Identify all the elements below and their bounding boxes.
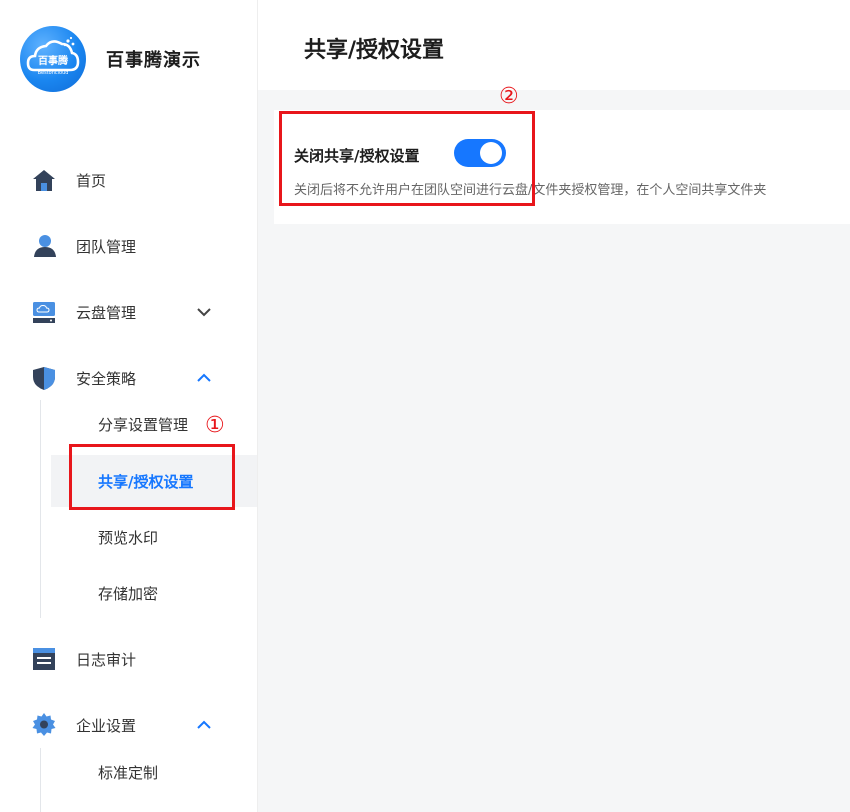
- chevron-down-icon[interactable]: [195, 303, 213, 321]
- sidebar-subitem-label: 标准定制: [98, 763, 159, 782]
- sidebar-subitem-label: 预览水印: [98, 528, 159, 547]
- logo: 百事腾 Bestoncloud: [20, 26, 86, 92]
- page-header: 共享/授权设置: [258, 0, 850, 90]
- sidebar-item-label: 安全策略: [76, 369, 137, 388]
- sidebar-item-label: 企业设置: [76, 716, 137, 735]
- home-icon: [33, 170, 55, 191]
- sidebar-item-label: 日志审计: [76, 650, 137, 669]
- shield-icon: [33, 367, 55, 390]
- sidebar-subitem-preview-watermark[interactable]: 预览水印: [51, 511, 257, 563]
- user-icon: [34, 235, 56, 257]
- sidebar: 百事腾 Bestoncloud 百事腾演示 首页 团队管理 云盘管理 安全策略 …: [0, 0, 258, 812]
- brand[interactable]: 百事腾 Bestoncloud 百事腾演示: [20, 26, 201, 92]
- sidebar-subitem-label: 分享设置管理: [98, 415, 189, 434]
- cloud-drive-icon: [33, 302, 55, 323]
- sidebar-subitem-storage-encryption[interactable]: 存储加密: [51, 567, 257, 619]
- chevron-up-icon[interactable]: [195, 369, 213, 387]
- sidebar-item-label: 首页: [76, 171, 107, 190]
- cloud-logo-icon: 百事腾 Bestoncloud: [26, 36, 80, 76]
- chevron-up-icon[interactable]: [195, 716, 213, 734]
- sidebar-item-audit-log[interactable]: 日志审计: [0, 634, 257, 684]
- sidebar-subitem-standard-custom[interactable]: 标准定制: [51, 746, 257, 798]
- sidebar-subitem-share-settings[interactable]: 分享设置管理: [51, 398, 257, 450]
- gear-icon: [32, 713, 56, 736]
- sidebar-item-enterprise-settings[interactable]: 企业设置: [0, 700, 257, 750]
- sidebar-item-label: 团队管理: [76, 237, 137, 256]
- sidebar-item-team[interactable]: 团队管理: [0, 221, 257, 271]
- annotation-box-2: [279, 111, 535, 206]
- sidebar-item-security[interactable]: 安全策略: [0, 353, 257, 403]
- logo-text-cn: 百事腾: [38, 54, 69, 67]
- app-window: 百事腾 Bestoncloud 百事腾演示 首页 团队管理 云盘管理 安全策略 …: [0, 0, 850, 812]
- brand-name: 百事腾演示: [106, 50, 201, 71]
- log-icon: [33, 648, 55, 670]
- sidebar-item-cloud-drive[interactable]: 云盘管理: [0, 287, 257, 337]
- annotation-number-1: ①: [205, 413, 225, 438]
- logo-text-en: Bestoncloud: [38, 70, 69, 76]
- annotation-box-1: [69, 444, 235, 510]
- tree-line: [40, 400, 41, 618]
- sidebar-item-label: 云盘管理: [76, 303, 137, 322]
- annotation-number-2: ②: [499, 84, 519, 109]
- sidebar-item-home[interactable]: 首页: [0, 155, 257, 205]
- sidebar-subitem-label: 存储加密: [98, 584, 159, 603]
- page-title: 共享/授权设置: [304, 38, 445, 63]
- tree-line: [40, 748, 41, 812]
